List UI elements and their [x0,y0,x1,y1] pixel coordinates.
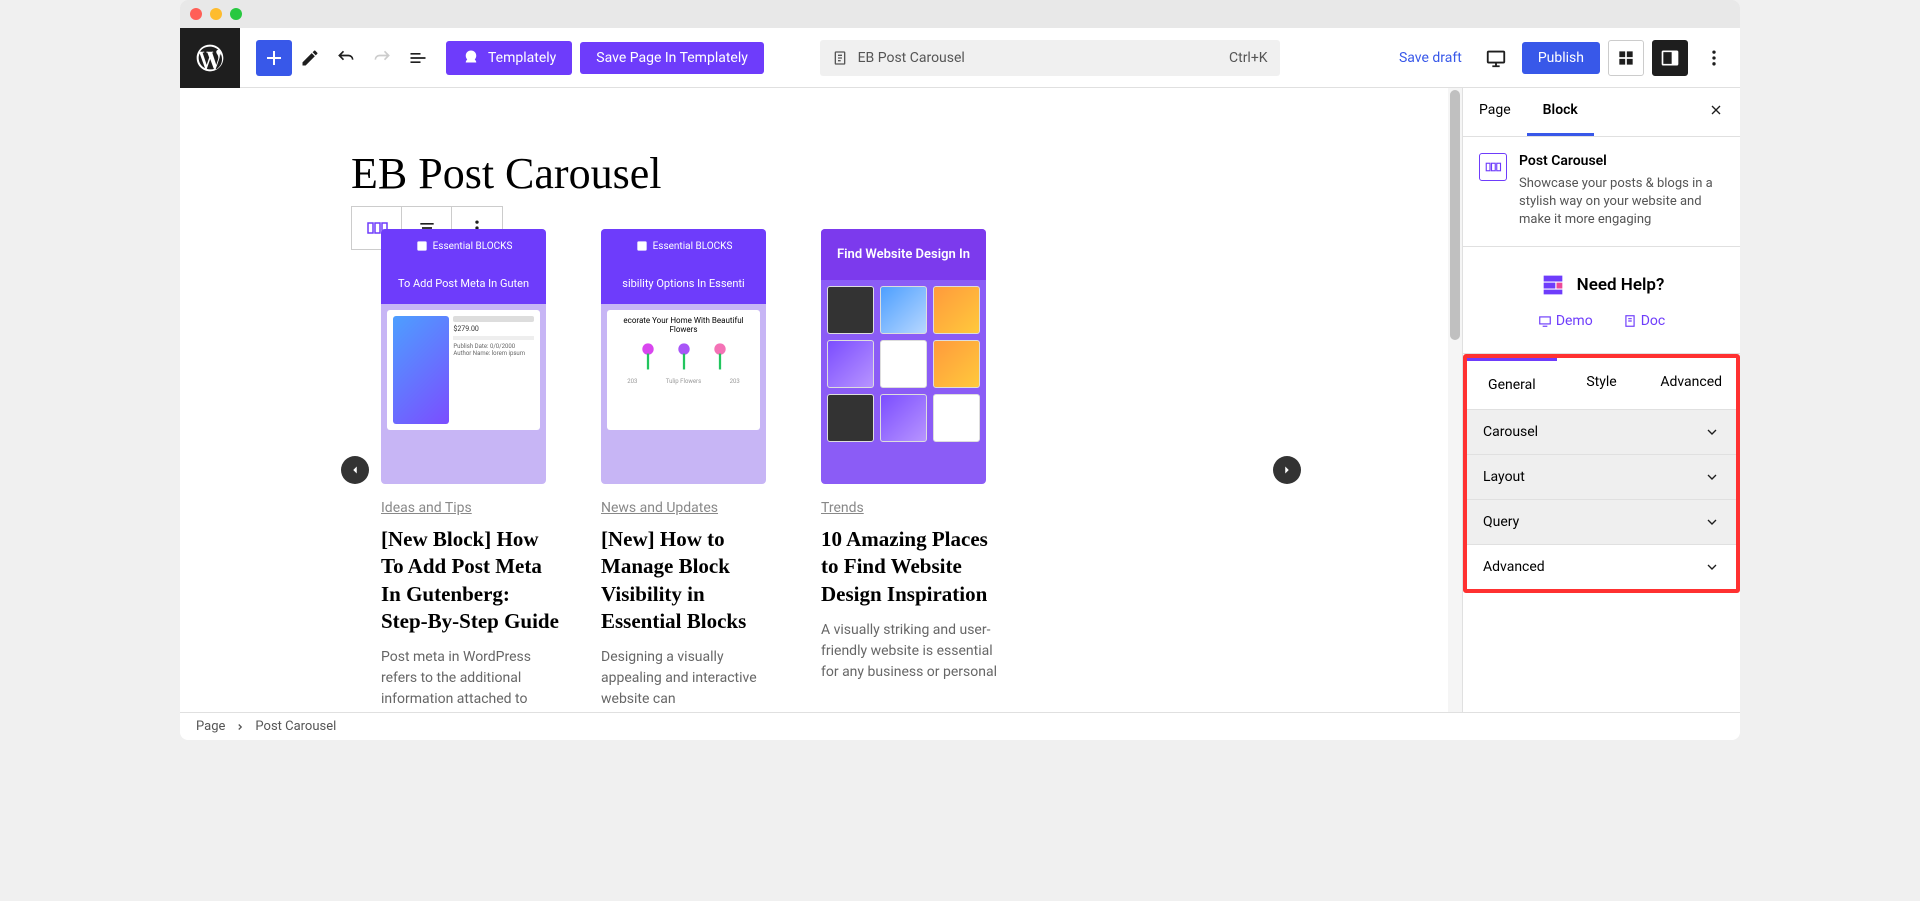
breadcrumb: Page Post Carousel [180,712,1740,740]
accordion-carousel[interactable]: Carousel [1467,410,1736,455]
card-header-text: sibility Options In Essenti [601,263,766,304]
accordion-label: Layout [1483,469,1525,485]
scrollbar[interactable] [1448,88,1462,712]
help-section: Need Help? Demo Doc [1463,247,1740,354]
page-title[interactable]: EB Post Carousel [351,148,1311,199]
post-carousel-block[interactable]: Essential BLOCKS To Add Post Meta In Gut… [341,229,1301,710]
accordion-query[interactable]: Query [1467,500,1736,545]
editor-canvas[interactable]: EB Post Carousel [180,88,1462,712]
thumb-title: ecorate Your Home With Beautiful Flowers [613,316,754,334]
chevron-down-icon [1704,469,1720,485]
demo-label: Demo [1556,313,1593,329]
publish-button[interactable]: Publish [1522,42,1600,74]
card-title: [New Block] How To Add Post Meta In Gute… [381,526,561,635]
card-header-text: Find Website Design In [821,229,986,280]
card-badge: Essential BLOCKS [433,241,513,252]
chevron-right-icon [235,722,245,732]
block-info-panel: Post Carousel Showcase your posts & blog… [1463,137,1740,247]
tab-general[interactable]: General [1467,358,1557,409]
doc-link[interactable]: Doc [1623,313,1666,329]
close-sidebar-button[interactable] [1692,88,1740,136]
demo-link[interactable]: Demo [1538,313,1593,329]
card-description: Post meta in WordPress refers to the add… [381,647,561,710]
accordion-label: Advanced [1483,559,1545,575]
save-draft-button[interactable]: Save draft [1391,44,1470,72]
accordion-label: Query [1483,514,1519,530]
redo-button[interactable] [364,40,400,76]
chevron-down-icon [1704,424,1720,440]
save-tpl-label: Save Page In Templately [596,50,748,66]
window-titlebar [180,0,1740,28]
document-overview-button[interactable] [400,40,436,76]
add-block-button[interactable] [256,40,292,76]
publish-label: Publish [1538,50,1584,66]
close-window-icon[interactable] [190,8,202,20]
settings-sidebar: Page Block Post Carousel Showcase your p… [1462,88,1740,712]
tab-advanced[interactable]: Advanced [1646,358,1736,409]
tab-style[interactable]: Style [1557,358,1647,409]
carousel-prev-button[interactable] [341,456,369,484]
doc-title-text: EB Post Carousel [858,50,965,66]
card-title: [New] How to Manage Block Visibility in … [601,526,781,635]
chevron-down-icon [1704,559,1720,575]
post-carousel-icon [1479,153,1507,181]
highlighted-settings-box: General Style Advanced Carousel Layout Q… [1463,354,1740,593]
templately-label: Templately [488,50,556,66]
shortcut-hint: Ctrl+K [1229,50,1268,66]
chevron-down-icon [1704,514,1720,530]
settings-sidebar-button[interactable] [1652,40,1688,76]
accordion-label: Carousel [1483,424,1538,440]
maximize-window-icon[interactable] [230,8,242,20]
block-description: Showcase your posts & blogs in a stylish… [1519,175,1724,230]
breadcrumb-block[interactable]: Post Carousel [255,719,336,734]
eb-logo-icon [1539,271,1567,299]
card-badge: Essential BLOCKS [653,241,733,252]
accordion-layout[interactable]: Layout [1467,455,1736,500]
wordpress-logo[interactable] [180,28,240,88]
carousel-card[interactable]: Find Website Design In Trends 10 Amazing… [821,229,1001,710]
help-title: Need Help? [1577,275,1665,295]
undo-button[interactable] [328,40,364,76]
block-name: Post Carousel [1519,153,1724,169]
doc-label: Doc [1641,313,1666,329]
document-icon [832,50,848,66]
main-area: EB Post Carousel [180,88,1740,712]
card-category[interactable]: Ideas and Tips [381,500,561,516]
minimize-window-icon[interactable] [210,8,222,20]
card-title: 10 Amazing Places to Find Website Design… [821,526,1001,608]
card-header-text: To Add Post Meta In Guten [381,263,546,304]
card-category[interactable]: Trends [821,500,1001,516]
tab-block[interactable]: Block [1527,88,1594,136]
document-search[interactable]: EB Post Carousel Ctrl+K [820,40,1280,76]
accordion-advanced[interactable]: Advanced [1467,545,1736,589]
more-options-button[interactable] [1696,40,1732,76]
sidebar-tabs: Page Block [1463,88,1740,137]
editor-topbar: Templately Save Page In Templately EB Po… [180,28,1740,88]
card-category[interactable]: News and Updates [601,500,781,516]
inner-tabs: General Style Advanced [1467,358,1736,410]
tab-page[interactable]: Page [1463,88,1527,136]
essential-blocks-button[interactable] [1608,40,1644,76]
breadcrumb-page[interactable]: Page [196,719,225,734]
preview-button[interactable] [1478,40,1514,76]
carousel-next-button[interactable] [1273,456,1301,484]
edit-tool-button[interactable] [292,40,328,76]
carousel-card[interactable]: Essential BLOCKS To Add Post Meta In Gut… [381,229,561,710]
save-page-templately-button[interactable]: Save Page In Templately [580,42,764,74]
templately-button[interactable]: Templately [446,41,572,75]
card-description: A visually striking and user-friendly we… [821,620,1001,683]
carousel-card[interactable]: Essential BLOCKS sibility Options In Ess… [601,229,781,710]
card-description: Designing a visually appealing and inter… [601,647,781,710]
app-window: Templately Save Page In Templately EB Po… [180,0,1740,740]
